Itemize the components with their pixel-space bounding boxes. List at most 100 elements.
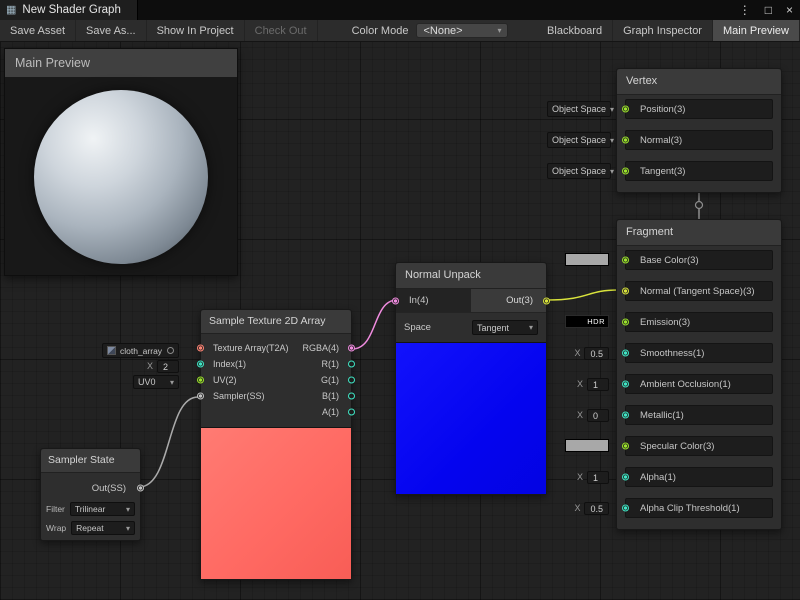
value-field[interactable]: 2 — [157, 360, 179, 373]
input-port[interactable] — [622, 412, 629, 419]
texture-object-field[interactable]: cloth_array — [102, 343, 179, 358]
main-preview-button[interactable]: Main Preview — [713, 20, 800, 41]
filter-dropdown[interactable]: Trilinear ▾ — [70, 502, 135, 516]
block-row-tangent[interactable]: Tangent(3) — [625, 161, 773, 181]
block-row-normal-tangent-space[interactable]: Normal (Tangent Space)(3) — [625, 281, 773, 301]
block-row-specular-color[interactable]: Specular Color(3) — [625, 436, 773, 456]
float-input-smoothness[interactable]: X 0.5 — [574, 346, 609, 360]
color-swatch[interactable] — [565, 253, 609, 266]
document-tab[interactable]: ▦ New Shader Graph — [0, 0, 138, 20]
space-dropdown[interactable]: Object Space ▾ — [547, 132, 611, 148]
float-input-metallic[interactable]: X 0 — [577, 408, 609, 422]
color-mode-dropdown[interactable]: <None> ▾ — [416, 23, 508, 38]
block-row-ambient-occlusion[interactable]: Ambient Occlusion(1) — [625, 374, 773, 394]
input-port[interactable] — [622, 443, 629, 450]
input-port[interactable] — [622, 381, 629, 388]
node-normal-unpack[interactable]: Normal Unpack In(4) Out(3) Space Tangent… — [395, 262, 547, 495]
input-sampler[interactable]: Sampler(SS) — [201, 388, 289, 404]
float-input-ambient-occlusion[interactable]: X 1 — [577, 377, 609, 391]
show-in-project-button[interactable]: Show In Project — [147, 20, 245, 41]
node-sampler-state[interactable]: Sampler State Out(SS) Filter Trilinear ▾… — [40, 448, 141, 541]
input-texture-array[interactable]: Texture Array(T2A) — [201, 340, 289, 356]
input-in4[interactable]: In(4) — [396, 289, 471, 312]
blackboard-button[interactable]: Blackboard — [537, 20, 613, 41]
uv-channel-dropdown[interactable]: UV0 ▾ — [133, 375, 179, 389]
value-field[interactable]: 1 — [587, 378, 609, 391]
block-row-smoothness[interactable]: Smoothness(1) — [625, 343, 773, 363]
block-label: Position(3) — [640, 104, 685, 115]
input-port[interactable] — [622, 106, 629, 113]
graph-inspector-button[interactable]: Graph Inspector — [613, 20, 713, 41]
check-out-button: Check Out — [245, 20, 318, 41]
space-dropdown[interactable]: Object Space ▾ — [547, 163, 611, 179]
input-port[interactable] — [622, 137, 629, 144]
output-out-ss[interactable]: Out(SS) — [41, 479, 140, 497]
save-asset-button[interactable]: Save Asset — [0, 20, 76, 41]
float-input-alpha[interactable]: X 1 — [577, 470, 609, 484]
save-as-button[interactable]: Save As... — [76, 20, 147, 41]
output-a[interactable]: A(1) — [302, 404, 351, 420]
maximize-icon[interactable]: □ — [758, 0, 779, 20]
input-port[interactable] — [197, 393, 204, 400]
value-field[interactable]: 0.5 — [584, 347, 609, 360]
space-dropdown[interactable]: Tangent ▾ — [472, 320, 538, 335]
input-port[interactable] — [622, 288, 629, 295]
input-uv[interactable]: UV(2) — [201, 372, 289, 388]
block-row-alpha[interactable]: Alpha(1) — [625, 467, 773, 487]
value-field[interactable]: 1 — [587, 471, 609, 484]
value-field[interactable]: 0 — [587, 409, 609, 422]
block-row-base-color[interactable]: Base Color(3) — [625, 250, 773, 270]
value-field[interactable]: 0.5 — [584, 502, 609, 515]
block-row-alpha-clip-threshold[interactable]: Alpha Clip Threshold(1) — [625, 498, 773, 518]
block-row-position[interactable]: Position(3) — [625, 99, 773, 119]
input-port[interactable] — [197, 345, 204, 352]
input-port[interactable] — [622, 168, 629, 175]
block-row-metallic[interactable]: Metallic(1) — [625, 405, 773, 425]
vertex-fragment-link-handle[interactable] — [696, 202, 703, 209]
input-index[interactable]: Index(1) — [201, 356, 289, 372]
object-picker-icon[interactable] — [167, 347, 174, 354]
texture-icon — [107, 346, 116, 355]
block-row-emission[interactable]: Emission(3) — [625, 312, 773, 332]
main-preview-panel[interactable]: Main Preview — [4, 48, 238, 276]
node-vertex[interactable]: Vertex Position(3) Normal(3) Tangent(3) … — [616, 68, 782, 193]
input-port[interactable] — [622, 319, 629, 326]
main-preview-viewport[interactable] — [5, 77, 237, 276]
input-port[interactable] — [197, 361, 204, 368]
output-port[interactable] — [348, 361, 355, 368]
close-icon[interactable]: × — [779, 0, 800, 20]
input-port[interactable] — [622, 505, 629, 512]
output-rgba[interactable]: RGBA(4) — [302, 340, 351, 356]
input-port[interactable] — [392, 297, 399, 304]
float-input-alpha-clip[interactable]: X 0.5 — [574, 501, 609, 515]
space-dropdown[interactable]: Object Space ▾ — [547, 101, 611, 117]
more-menu-icon[interactable]: ⋮ — [732, 0, 758, 20]
input-port[interactable] — [622, 350, 629, 357]
node-sample-texture-2d-array[interactable]: Sample Texture 2D Array Texture Array(T2… — [200, 309, 352, 580]
input-port[interactable] — [197, 377, 204, 384]
color-swatch[interactable] — [565, 439, 609, 452]
output-b[interactable]: B(1) — [302, 388, 351, 404]
block-row-normal[interactable]: Normal(3) — [625, 130, 773, 150]
output-port[interactable] — [543, 297, 550, 304]
input-port[interactable] — [622, 257, 629, 264]
output-r[interactable]: R(1) — [302, 356, 351, 372]
output-port[interactable] — [348, 345, 355, 352]
graph-canvas[interactable]: Main Preview Vertex Position(3) Normal(3… — [0, 42, 800, 600]
output-port[interactable] — [348, 377, 355, 384]
wire-rgba-to-in4[interactable] — [352, 300, 397, 349]
index-float-input[interactable]: X 2 — [147, 359, 179, 373]
hdr-color-field[interactable]: HDR — [565, 315, 609, 328]
wrap-dropdown[interactable]: Repeat ▾ — [71, 521, 135, 535]
output-port[interactable] — [348, 409, 355, 416]
output-out3[interactable]: Out(3) — [471, 289, 546, 312]
output-port[interactable] — [137, 485, 144, 492]
shader-graph-icon: ▦ — [6, 5, 16, 16]
output-port[interactable] — [348, 393, 355, 400]
output-g[interactable]: G(1) — [302, 372, 351, 388]
chevron-down-icon: ▾ — [126, 524, 130, 533]
node-fragment[interactable]: Fragment Base Color(3) Normal (Tangent S… — [616, 219, 782, 530]
wire-samplerstate-to-sampler[interactable] — [139, 397, 198, 487]
input-port[interactable] — [622, 474, 629, 481]
wire-out3-to-normal[interactable] — [547, 290, 618, 300]
